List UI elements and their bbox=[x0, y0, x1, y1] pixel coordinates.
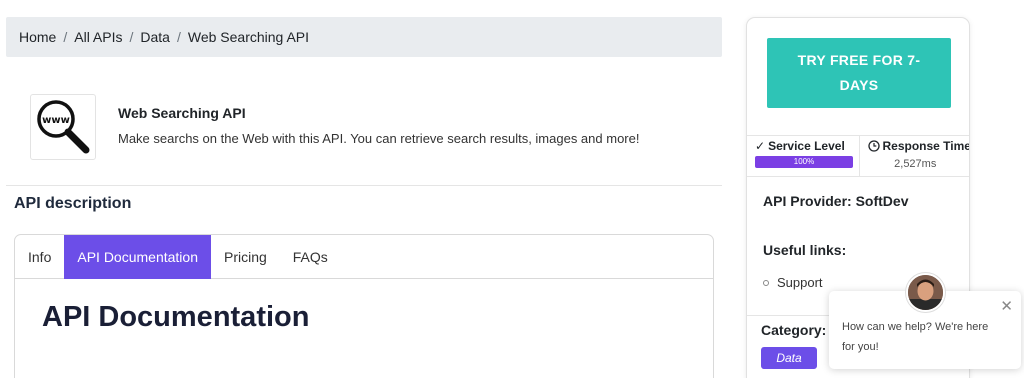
tab-info[interactable]: Info bbox=[15, 235, 64, 279]
try-free-button-line2: DAYS bbox=[839, 77, 879, 93]
try-free-button[interactable]: TRY FREE FOR 7- DAYS bbox=[767, 38, 951, 108]
breadcrumb-all-apis[interactable]: All APIs bbox=[74, 29, 122, 45]
service-level-label: Service Level bbox=[768, 139, 845, 153]
bullet-icon bbox=[763, 279, 769, 286]
breadcrumb: Home / All APIs / Data / Web Searching A… bbox=[6, 17, 722, 57]
chat-message: How can we help? We're here for you! bbox=[842, 317, 1002, 357]
api-provider: API Provider: SoftDev bbox=[763, 193, 909, 209]
response-time-value: 2,527ms bbox=[894, 158, 937, 170]
support-link-label: Support bbox=[777, 275, 823, 290]
api-header: www Web Searching API Make searchs on th… bbox=[30, 94, 720, 160]
avatar[interactable] bbox=[906, 273, 945, 312]
service-level-label-row: ✓ Service Level bbox=[755, 139, 845, 153]
service-level-bar-fill: 100% bbox=[755, 156, 853, 168]
doc-heading: API Documentation bbox=[42, 301, 310, 333]
documentation-card: Info API Documentation Pricing FAQs API … bbox=[14, 234, 714, 378]
tab-bar: Info API Documentation Pricing FAQs bbox=[15, 235, 713, 279]
check-icon: ✓ bbox=[755, 139, 766, 153]
useful-links-title: Useful links: bbox=[763, 242, 847, 258]
chat-message-line2: for you! bbox=[842, 341, 879, 353]
agent-avatar-icon bbox=[908, 275, 943, 310]
service-level-bar: 100% bbox=[755, 156, 853, 168]
category-label: Category: bbox=[761, 322, 827, 338]
tab-api-documentation[interactable]: API Documentation bbox=[64, 235, 211, 279]
svg-text:www: www bbox=[42, 115, 70, 126]
try-free-button-line1: TRY FREE FOR 7- bbox=[797, 52, 921, 68]
breadcrumb-separator: / bbox=[129, 29, 134, 45]
stats-row: ✓ Service Level 100% Response Time 2,527… bbox=[747, 135, 970, 177]
breadcrumb-separator: / bbox=[176, 29, 181, 45]
api-logo: www bbox=[30, 94, 96, 160]
response-time-label: Response Time bbox=[882, 139, 970, 153]
category-badge[interactable]: Data bbox=[761, 347, 817, 369]
breadcrumb-data[interactable]: Data bbox=[140, 29, 170, 45]
close-icon[interactable]: ✕ bbox=[1000, 297, 1013, 315]
tab-faqs[interactable]: FAQs bbox=[280, 235, 341, 279]
clock-icon bbox=[867, 140, 880, 152]
section-title: API description bbox=[14, 195, 132, 212]
support-link[interactable]: Support bbox=[763, 275, 823, 290]
www-magnifier-icon: www bbox=[37, 100, 90, 154]
divider bbox=[6, 185, 722, 186]
breadcrumb-home[interactable]: Home bbox=[19, 29, 56, 45]
service-level-stat: ✓ Service Level 100% bbox=[747, 136, 859, 176]
response-time-label-row: Response Time bbox=[867, 139, 970, 153]
response-time-stat: Response Time 2,527ms bbox=[858, 136, 970, 176]
breadcrumb-current: Web Searching API bbox=[187, 29, 310, 45]
api-title: Web Searching API bbox=[118, 105, 246, 121]
tab-pricing[interactable]: Pricing bbox=[211, 235, 280, 279]
breadcrumb-separator: / bbox=[63, 29, 68, 45]
chat-message-line1: How can we help? We're here bbox=[842, 321, 989, 333]
api-description: Make searchs on the Web with this API. Y… bbox=[118, 131, 640, 146]
